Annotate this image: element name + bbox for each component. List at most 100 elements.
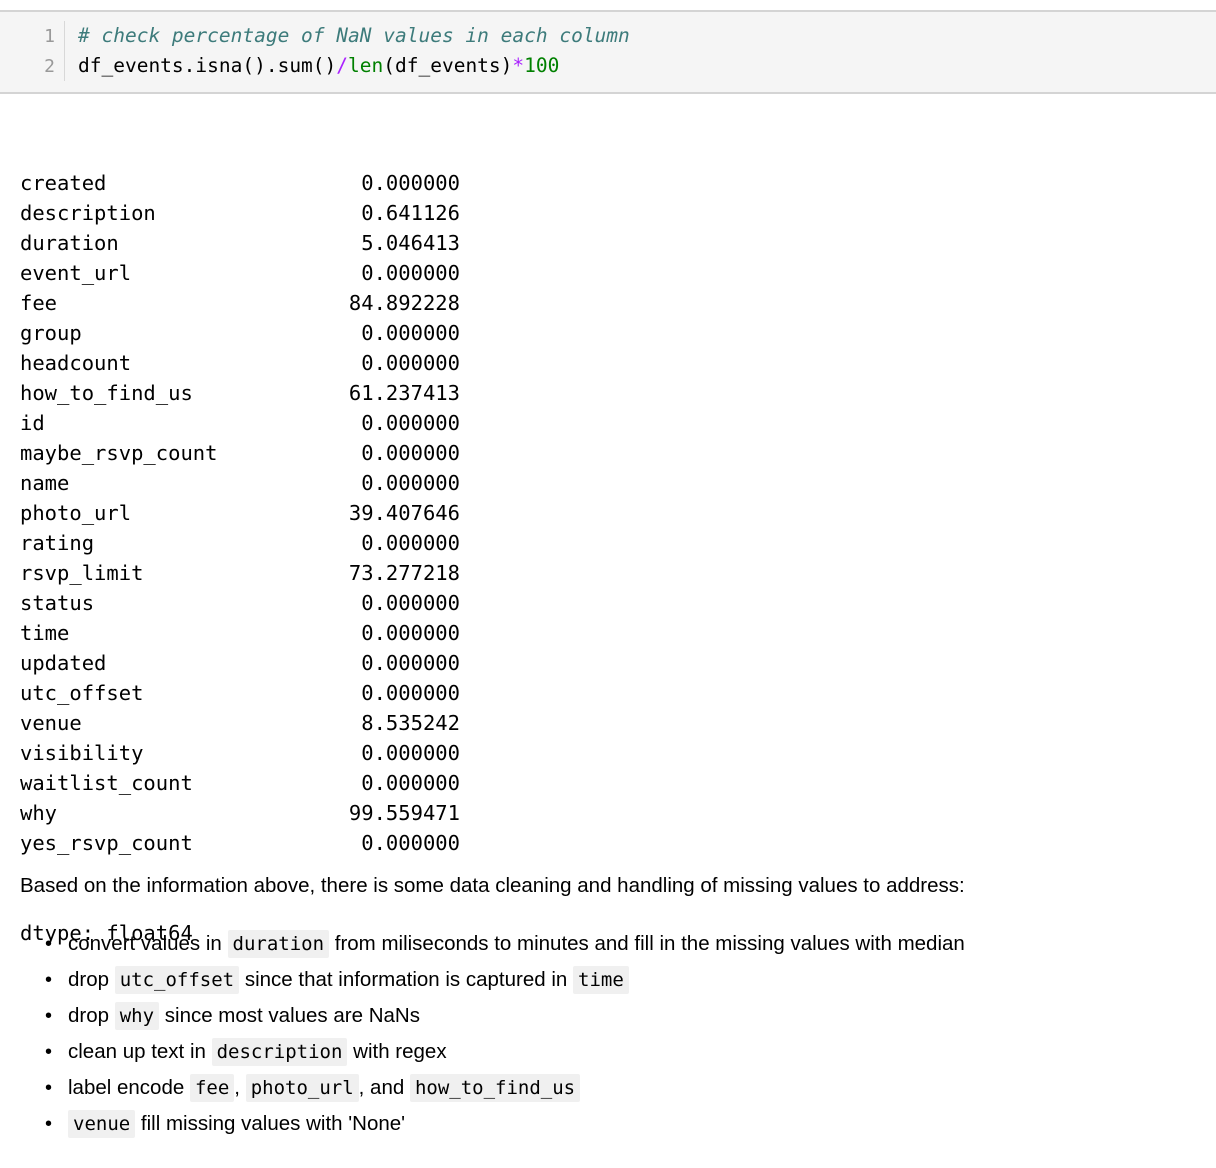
output-row-value: 0.000000 [361, 411, 460, 435]
output-row-label: time [20, 621, 70, 645]
code-comment-token: # check percentage of NaN values in each… [78, 24, 630, 47]
output-row-label: event_url [20, 261, 132, 285]
output-row-value: 0.000000 [361, 831, 460, 855]
bullet-text: drop [68, 1004, 115, 1027]
gutter-divider [64, 21, 65, 51]
output-row-label: maybe_rsvp_count [20, 441, 218, 465]
output-row-label: why [20, 801, 58, 825]
output-row-value: 0.000000 [361, 321, 460, 345]
code-line-1-text: # check percentage of NaN values in each… [78, 21, 1216, 51]
output-row-value: 99.559471 [348, 801, 460, 825]
bullet-text: label encode [68, 1076, 190, 1099]
bullet-text: clean up text in [68, 1040, 212, 1063]
bullet-text: , [234, 1076, 246, 1099]
markdown-paragraph: Based on the information above, there is… [20, 874, 965, 897]
markdown-bullet-item: label encode fee, photo_url, and how_to_… [0, 1070, 1216, 1106]
code-line-1: 1 # check percentage of NaN values in ea… [0, 21, 1216, 51]
output-row-value: 0.000000 [361, 771, 460, 795]
inline-code: photo_url [245, 1074, 359, 1102]
output-row-label: photo_url [20, 501, 132, 525]
line-number: 2 [44, 56, 55, 77]
markdown-bullet-item: drop utc_offset since that information i… [0, 962, 1216, 998]
output-row-value: 0.000000 [361, 171, 460, 195]
output-row-label: visibility [20, 741, 144, 765]
output-row: id 0.000000 [0, 408, 1216, 438]
output-row: status 0.000000 [0, 588, 1216, 618]
inline-code: why [114, 1002, 160, 1030]
output-row-label: yes_rsvp_count [20, 831, 193, 855]
gutter-divider [64, 51, 65, 81]
output-row-label: fee [20, 291, 58, 315]
output-row-value: 0.000000 [361, 261, 460, 285]
bullet-text: since that information is captured in [239, 968, 573, 991]
output-row: why 99.559471 [0, 798, 1216, 828]
output-row: rsvp_limit 73.277218 [0, 558, 1216, 588]
output-row-value: 0.000000 [361, 681, 460, 705]
markdown-bullet-item: convert values in duration from miliseco… [0, 926, 1216, 962]
output-row: how_to_find_us 61.237413 [0, 378, 1216, 408]
output-row-label: name [20, 471, 70, 495]
markdown-bullet-item: venue fill missing values with 'None' [0, 1106, 1216, 1142]
inline-code: venue [68, 1110, 136, 1138]
output-row-label: venue [20, 711, 82, 735]
output-row-label: how_to_find_us [20, 381, 193, 405]
output-row-value: 0.000000 [361, 741, 460, 765]
inline-code: time [573, 966, 629, 994]
output-row-label: description [20, 201, 156, 225]
inline-code: description [211, 1038, 348, 1066]
output-row: photo_url 39.407646 [0, 498, 1216, 528]
bullet-text: fill missing values with 'None' [135, 1112, 406, 1135]
output-row-value: 0.000000 [361, 651, 460, 675]
output-row: venue 8.535242 [0, 708, 1216, 738]
output-row-value: 0.000000 [361, 351, 460, 375]
output-row: yes_rsvp_count 0.000000 [0, 828, 1216, 858]
output-row-label: duration [20, 231, 119, 255]
inline-code: how_to_find_us [409, 1074, 581, 1102]
output-row-value: 0.000000 [361, 471, 460, 495]
output-row-label: headcount [20, 351, 132, 375]
output-row-value: 0.000000 [361, 531, 460, 555]
output-row-label: rating [20, 531, 95, 555]
output-row-label: utc_offset [20, 681, 144, 705]
output-row-label: rsvp_limit [20, 561, 144, 585]
output-row-label: created [20, 171, 107, 195]
line-number: 1 [44, 26, 55, 47]
bullet-text: since most values are NaNs [159, 1004, 420, 1027]
output-row-label: status [20, 591, 95, 615]
bullet-text: with regex [347, 1040, 447, 1063]
code-number-literal: 100 [524, 54, 560, 77]
output-row-label: group [20, 321, 82, 345]
output-row: group 0.000000 [0, 318, 1216, 348]
output-row: duration 5.046413 [0, 228, 1216, 258]
cell-output-series: created 0.000000 description 0.641126 durati… [0, 108, 1216, 978]
markdown-bullet-list: convert values in duration from miliseco… [0, 926, 1216, 1142]
output-row-label: id [20, 411, 45, 435]
output-row: description 0.641126 [0, 198, 1216, 228]
output-row: waitlist_count 0.000000 [0, 768, 1216, 798]
output-row-value: 84.892228 [348, 291, 460, 315]
output-row: utc_offset 0.000000 [0, 678, 1216, 708]
output-row: updated 0.000000 [0, 648, 1216, 678]
output-row: created 0.000000 [0, 168, 1216, 198]
output-row: name 0.000000 [0, 468, 1216, 498]
code-line-2-text: df_events.isna().sum()/len(df_events)*10… [78, 51, 1216, 81]
code-cell[interactable]: 1 # check percentage of NaN values in ea… [0, 10, 1216, 94]
output-row: fee 84.892228 [0, 288, 1216, 318]
output-row-value: 0.641126 [361, 201, 460, 225]
inline-code: fee [189, 1074, 235, 1102]
bullet-text: from miliseconds to minutes and fill in … [329, 932, 965, 955]
output-row-value: 39.407646 [348, 501, 460, 525]
markdown-cell: Based on the information above, there is… [0, 872, 1216, 1142]
code-operator-multiply: * [512, 54, 525, 77]
output-row-label: waitlist_count [20, 771, 193, 795]
output-row: time 0.000000 [0, 618, 1216, 648]
bullet-text: convert values in [68, 932, 228, 955]
output-row-value: 0.000000 [361, 621, 460, 645]
code-expression-part2: (df_events) [383, 54, 513, 77]
inline-code: duration [227, 930, 330, 958]
bullet-text: drop [68, 968, 115, 991]
code-operator-divide: / [336, 54, 349, 77]
output-row-value: 73.277218 [348, 561, 460, 585]
output-row-label: updated [20, 651, 107, 675]
code-builtin-len: len [348, 54, 384, 77]
